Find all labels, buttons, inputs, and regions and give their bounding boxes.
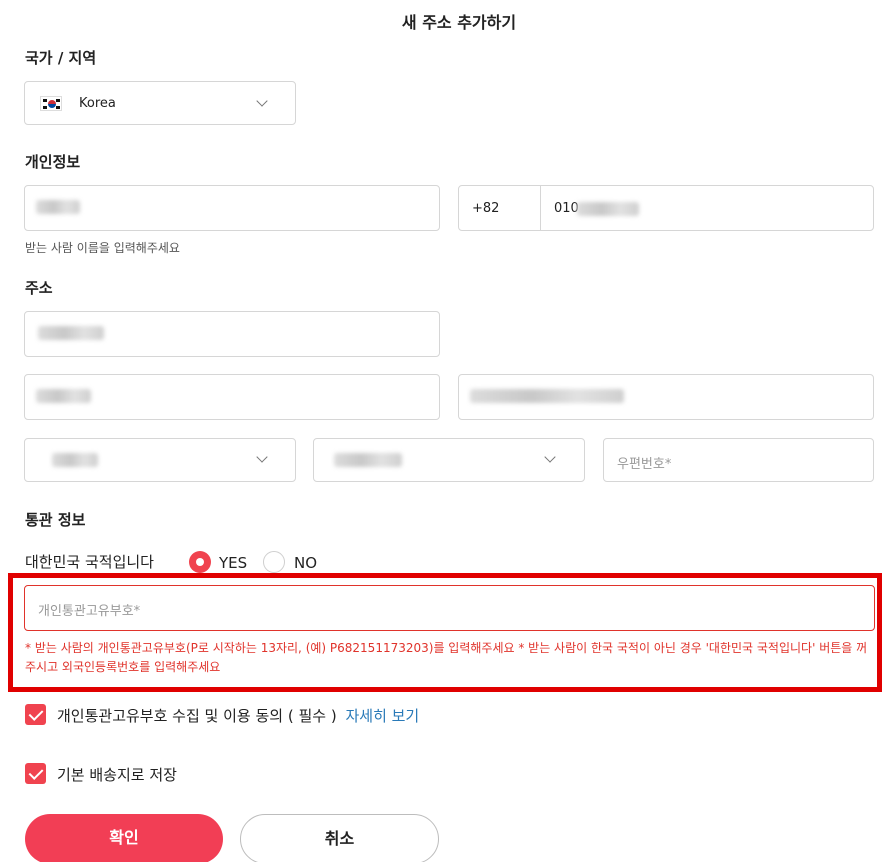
redacted-province: [52, 453, 98, 467]
nationality-no-label: NO: [294, 554, 318, 572]
phone-prefix-value: 010: [554, 201, 579, 216]
redacted-phone: [577, 202, 639, 216]
redacted-name: [36, 200, 80, 214]
redacted-address-3: [470, 389, 624, 403]
nationality-yes-label: YES: [219, 554, 248, 572]
consent-detail-link[interactable]: 자세히 보기: [345, 707, 419, 725]
cancel-button[interactable]: 취소: [240, 814, 439, 862]
country-code-value: +82: [472, 201, 500, 216]
redacted-address-2: [36, 389, 91, 403]
customs-code-error: * 받는 사람의 개인통관고유부호(P로 시작하는 13자리, (예) P682…: [25, 641, 868, 674]
country-section-label: 국가 / 지역: [25, 49, 97, 67]
customs-code-input[interactable]: [24, 585, 875, 631]
personal-section-label: 개인정보: [25, 153, 81, 171]
country-code-field[interactable]: [458, 185, 541, 231]
default-address-label: 기본 배송지로 저장: [57, 766, 177, 784]
customs-code-placeholder: 개인통관고유부호*: [38, 604, 141, 619]
country-select-value: Korea: [79, 96, 116, 111]
nationality-yes-radio[interactable]: [189, 551, 211, 573]
nationality-question: 대한민국 국적입니다: [25, 553, 154, 571]
name-helper-text: 받는 사람 이름을 입력해주세요: [25, 241, 180, 255]
redacted-address-1: [38, 326, 104, 340]
consent-row: 개인통관고유부호 수집 및 이용 동의 ( 필수 ) 자세히 보기: [57, 705, 419, 726]
default-address-checkbox[interactable]: [25, 763, 46, 784]
address-section-label: 주소: [25, 279, 53, 297]
confirm-button[interactable]: 확인: [25, 814, 223, 862]
nationality-no-radio[interactable]: [263, 551, 285, 573]
customs-section-label: 통관 정보: [25, 511, 86, 529]
consent-label: 개인통관고유부호 수집 및 이용 동의 ( 필수 ): [57, 707, 337, 725]
redacted-city: [334, 453, 402, 467]
consent-checkbox[interactable]: [25, 704, 46, 725]
recipient-name-input[interactable]: [24, 185, 440, 231]
page-title: 새 주소 추가하기: [401, 13, 517, 32]
postal-code-placeholder: 우편번호*: [617, 457, 672, 472]
korea-flag-icon: [40, 96, 62, 111]
country-select[interactable]: [24, 81, 296, 125]
